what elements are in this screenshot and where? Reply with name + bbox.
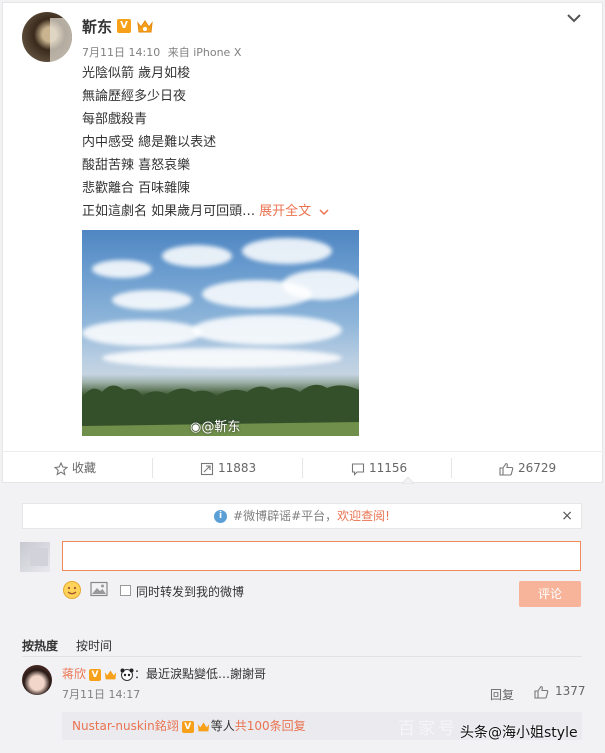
- sort-by-hot-tab[interactable]: 按热度: [22, 639, 58, 653]
- comment-line: 蒋欣 V ：最近淚點變低…謝謝哥: [62, 665, 266, 682]
- sort-by-time-tab[interactable]: 按时间: [76, 639, 112, 653]
- expand-text-link[interactable]: 展开全文: [259, 204, 311, 219]
- comment-sort: 按热度 按时间: [22, 637, 130, 654]
- comment-icon: [351, 462, 365, 476]
- comment-text: ：最近淚點變低…謝謝哥: [134, 667, 267, 681]
- verified-badge: V: [89, 668, 102, 681]
- comment-button[interactable]: 11156: [351, 452, 407, 484]
- author-avatar[interactable]: [22, 12, 72, 62]
- repost-button[interactable]: 11883: [200, 452, 256, 484]
- reply-button[interactable]: 回复: [490, 686, 514, 703]
- panel-caret: [402, 477, 414, 484]
- post-image[interactable]: ◉@靳东: [82, 230, 359, 436]
- like-button[interactable]: 26729: [499, 452, 556, 484]
- verified-badge: V: [117, 19, 131, 33]
- commenter-avatar[interactable]: [22, 665, 52, 695]
- comment-input[interactable]: [62, 541, 581, 571]
- post-line: 悲歡離合 百味雜陳: [82, 181, 191, 196]
- comment-like-button[interactable]: 1377: [534, 684, 586, 699]
- post-line: 無論歷經多少日夜: [82, 89, 187, 104]
- close-icon[interactable]: ×: [561, 504, 573, 528]
- comment-time: 7月11日 14:17: [62, 688, 141, 701]
- commenter-name[interactable]: 蒋欣: [62, 667, 86, 681]
- sub-reply-user[interactable]: Nustar-nuskin銘翊: [72, 719, 179, 733]
- image-watermark: ◉@靳东: [190, 420, 241, 435]
- post-date[interactable]: 7月11日 14:10: [82, 46, 160, 59]
- chevron-down-icon[interactable]: [566, 12, 582, 24]
- action-bar: 收藏 11883 11156 26729: [2, 451, 603, 483]
- toutiao-watermark: 头条@海小姐style: [460, 725, 578, 741]
- repost-icon: [200, 462, 214, 475]
- thumbs-up-icon: [499, 462, 514, 476]
- rumor-notice: i #微博辟谣#平台，欢迎查阅! ×: [22, 503, 582, 529]
- submit-comment-button[interactable]: 评论: [519, 581, 581, 607]
- star-icon: [53, 461, 69, 476]
- expand-chevron-icon[interactable]: [319, 208, 329, 216]
- author-name[interactable]: 靳东: [82, 16, 112, 37]
- info-icon: i: [214, 510, 228, 523]
- vip-crown-icon: [104, 670, 117, 680]
- divider: [22, 656, 582, 657]
- post-source: 来自 iPhone X: [167, 46, 242, 59]
- brand-watermark: 百家号: [398, 719, 458, 739]
- post-text: 光陰似箭 歲月如梭 無論歷經多少日夜 每部戲殺青 内中感受 總是難以表述 酸甜苦…: [82, 64, 329, 225]
- repost-checkbox[interactable]: [120, 585, 131, 596]
- notice-link[interactable]: 欢迎查阅!: [337, 509, 390, 523]
- image-upload-icon[interactable]: [90, 581, 108, 597]
- vip-crown-icon: [137, 20, 153, 33]
- post-meta: 7月11日 14:10 来自 iPhone X: [82, 44, 245, 60]
- post-line-last: 正如這劇名 如果歲月可回頭… 展开全文: [82, 202, 329, 225]
- my-avatar: [20, 542, 50, 572]
- post-line: 酸甜苦辣 喜怒哀樂: [82, 158, 191, 173]
- panda-emoji-icon: [120, 668, 134, 681]
- favorite-button[interactable]: 收藏: [53, 452, 96, 484]
- post-line-text: 正如這劇名 如果歲月可回頭…: [82, 204, 256, 219]
- vip-crown-icon: [197, 722, 209, 732]
- reply-count[interactable]: 共100条回复: [235, 719, 306, 733]
- post-line: 内中感受 總是難以表述: [82, 135, 217, 150]
- thumbs-up-icon: [534, 685, 549, 699]
- verified-badge: V: [181, 720, 194, 733]
- repost-label: 同时转发到我的微博: [136, 585, 245, 599]
- post-line: 光陰似箭 歲月如梭: [82, 66, 191, 81]
- post-line: 每部戲殺青: [82, 112, 148, 127]
- emoji-icon[interactable]: [62, 580, 82, 600]
